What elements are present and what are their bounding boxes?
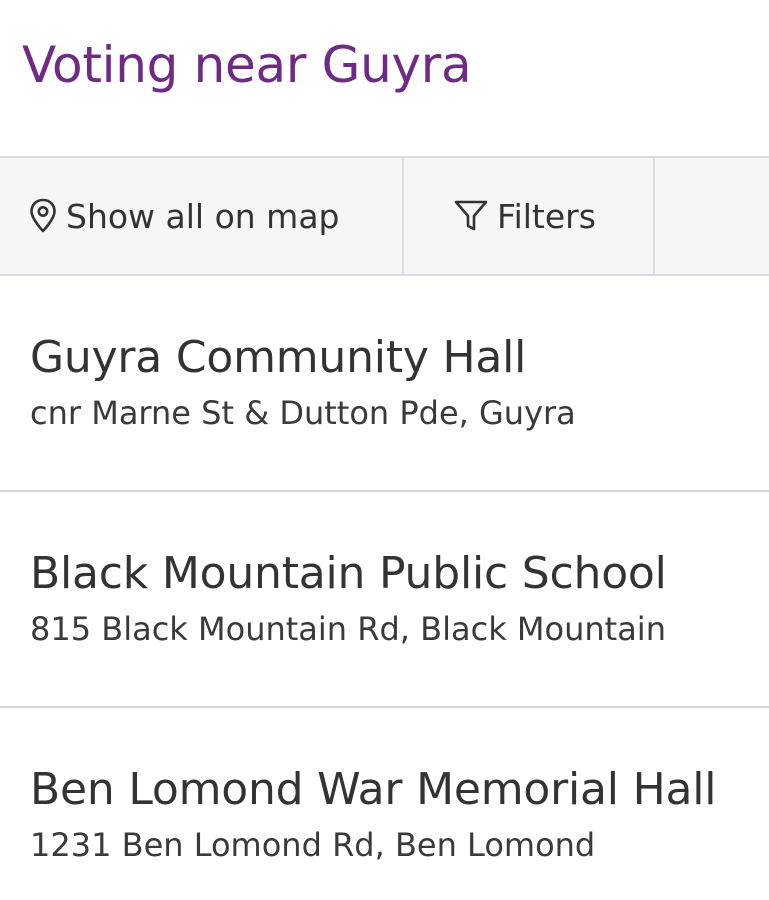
location-name: Black Mountain Public School bbox=[30, 548, 667, 599]
filter-icon bbox=[453, 198, 489, 234]
list-item[interactable]: Guyra Community Hall cnr Marne St & Dutt… bbox=[0, 276, 769, 492]
location-name: Ben Lomond War Memorial Hall bbox=[30, 764, 717, 815]
voting-location-list: Guyra Community Hall cnr Marne St & Dutt… bbox=[0, 276, 769, 900]
filters-button[interactable]: Filters bbox=[404, 158, 655, 274]
list-item[interactable]: Black Mountain Public School 815 Black M… bbox=[0, 492, 769, 708]
page-header: Voting near Guyra bbox=[0, 0, 769, 156]
filters-label: Filters bbox=[497, 196, 596, 236]
location-name: Guyra Community Hall bbox=[30, 332, 527, 383]
list-item[interactable]: Ben Lomond War Memorial Hall 1231 Ben Lo… bbox=[0, 708, 769, 900]
map-pin-icon bbox=[28, 197, 58, 235]
voting-locations-page: Voting near Guyra Show all on map Filter… bbox=[0, 0, 769, 900]
page-title: Voting near Guyra bbox=[22, 36, 472, 94]
results-toolbar: Show all on map Filters bbox=[0, 156, 769, 276]
show-all-on-map-button[interactable]: Show all on map bbox=[0, 158, 404, 274]
location-address: 815 Black Mountain Rd, Black Mountain bbox=[30, 610, 666, 649]
location-address: 1231 Ben Lomond Rd, Ben Lomond bbox=[30, 826, 596, 865]
location-address: cnr Marne St & Dutton Pde, Guyra bbox=[30, 394, 576, 433]
show-all-on-map-label: Show all on map bbox=[66, 196, 340, 236]
